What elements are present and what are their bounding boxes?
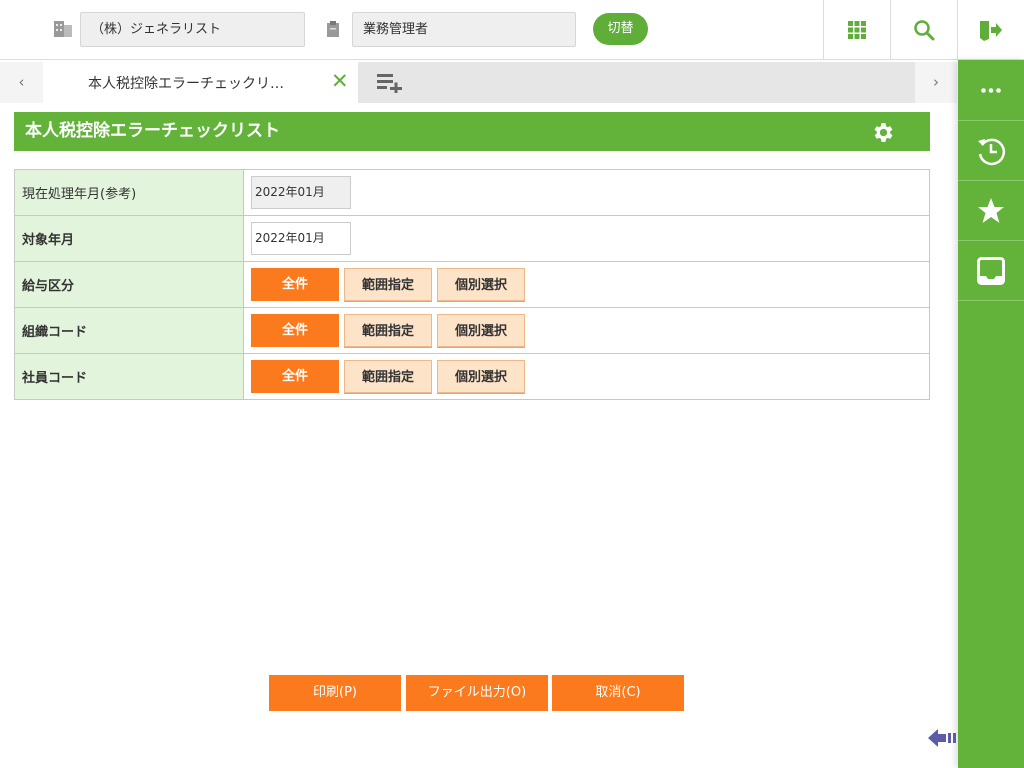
- current-month-field: 2022年01月: [251, 176, 351, 209]
- apps-button[interactable]: [823, 0, 890, 60]
- settings-gear-icon[interactable]: [871, 120, 896, 145]
- tab-scroll-left-icon[interactable]: ‹: [0, 62, 43, 103]
- inbox-icon: [977, 256, 1005, 285]
- search-icon: [914, 20, 935, 41]
- row-label: 組織コード: [14, 307, 244, 354]
- role-field[interactable]: 業務管理者: [352, 12, 576, 47]
- employee-all-button[interactable]: 全件: [251, 360, 339, 393]
- org-select-button[interactable]: 個別選択: [437, 314, 525, 347]
- company-field[interactable]: （株）ジェネラリスト: [80, 12, 305, 47]
- grid-icon: [848, 21, 866, 39]
- clipboard-icon: [327, 21, 339, 37]
- form-row-employee-code: 社員コード 全件 範囲指定 個別選択: [14, 353, 930, 400]
- condition-form: 現在処理年月(参考) 2022年01月 対象年月 2022年01月 給与区分 全…: [14, 169, 930, 400]
- print-button[interactable]: 印刷(P): [269, 675, 401, 711]
- row-label: 社員コード: [14, 353, 244, 400]
- export-button[interactable]: ファイル出力(O): [406, 675, 548, 711]
- logout-button[interactable]: [957, 0, 1024, 60]
- history-icon: [978, 138, 1006, 165]
- employee-range-button[interactable]: 範囲指定: [344, 360, 432, 393]
- target-month-input[interactable]: 2022年01月: [251, 222, 351, 255]
- org-all-button[interactable]: 全件: [251, 314, 339, 347]
- org-range-button[interactable]: 範囲指定: [344, 314, 432, 347]
- form-row-org-code: 組織コード 全件 範囲指定 個別選択: [14, 307, 930, 354]
- row-label: 対象年月: [14, 215, 244, 262]
- row-label: 給与区分: [14, 261, 244, 308]
- switch-button[interactable]: 切替: [593, 13, 648, 45]
- more-button[interactable]: [958, 60, 1024, 121]
- right-sidebar: [958, 60, 1024, 768]
- search-button[interactable]: [890, 0, 957, 60]
- add-tab-icon[interactable]: [377, 73, 403, 93]
- pay-type-all-button[interactable]: 全件: [251, 268, 339, 301]
- history-button[interactable]: [958, 121, 1024, 181]
- tab-bar: ‹ 本人税控除エラーチェックリ… ✕ ›: [0, 62, 957, 103]
- employee-select-button[interactable]: 個別選択: [437, 360, 525, 393]
- pay-type-select-button[interactable]: 個別選択: [437, 268, 525, 301]
- pay-type-range-button[interactable]: 範囲指定: [344, 268, 432, 301]
- tab-label: 本人税控除エラーチェックリ…: [88, 76, 284, 92]
- form-row-pay-type: 給与区分 全件 範囲指定 個別選択: [14, 261, 930, 308]
- form-row-current-month: 現在処理年月(参考) 2022年01月: [14, 169, 930, 216]
- header: （株）ジェネラリスト 業務管理者 切替: [0, 0, 1024, 60]
- row-label: 現在処理年月(参考): [14, 169, 244, 216]
- favorites-button[interactable]: [958, 181, 1024, 241]
- cancel-button[interactable]: 取消(C): [552, 675, 684, 711]
- more-icon: [981, 87, 1001, 93]
- close-tab-icon[interactable]: ✕: [331, 69, 349, 93]
- inbox-button[interactable]: [958, 241, 1024, 301]
- company-icon: [54, 21, 72, 37]
- form-row-target-month: 対象年月 2022年01月: [14, 215, 930, 262]
- star-icon: [978, 198, 1004, 223]
- tab-active[interactable]: 本人税控除エラーチェックリ… ✕: [43, 62, 358, 103]
- tab-scroll-right-icon[interactable]: ›: [915, 62, 957, 103]
- page-title: 本人税控除エラーチェックリスト: [14, 112, 930, 151]
- logout-icon: [980, 21, 1002, 41]
- expand-sidebar-arrow-icon[interactable]: [928, 727, 958, 749]
